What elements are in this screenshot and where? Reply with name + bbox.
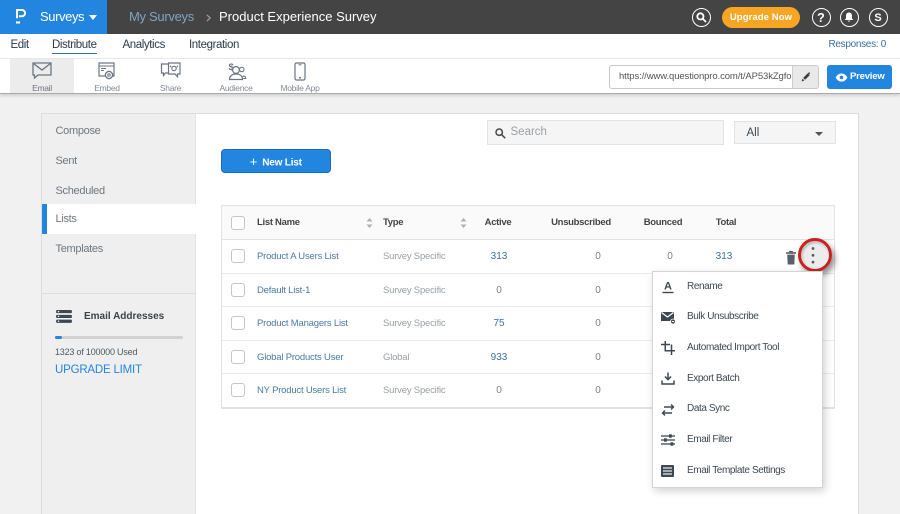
- svg-text:A: A: [664, 280, 672, 292]
